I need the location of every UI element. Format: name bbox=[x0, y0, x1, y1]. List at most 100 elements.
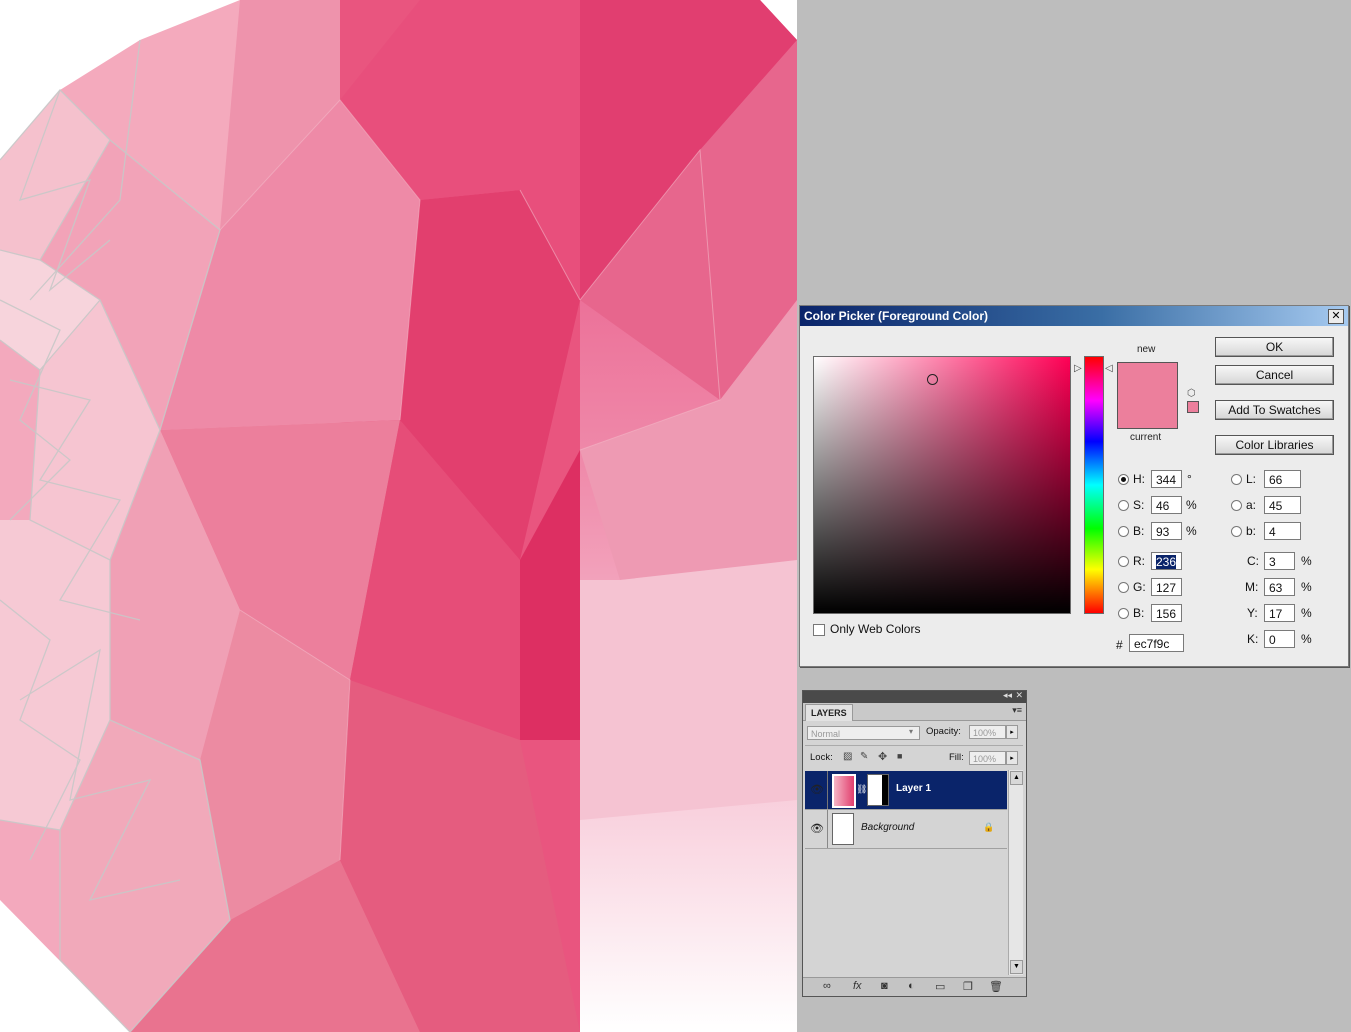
chevron-down-icon: ▾ bbox=[909, 727, 914, 736]
lab-a-label: a: bbox=[1246, 498, 1257, 512]
blue-radio[interactable] bbox=[1118, 608, 1129, 619]
red-input[interactable]: 236 bbox=[1151, 552, 1182, 570]
dialog-titlebar[interactable]: Color Picker (Foreground Color) ✕ bbox=[800, 306, 1348, 326]
lab-l-input[interactable]: 66 bbox=[1264, 470, 1301, 488]
close-icon[interactable]: ✕ bbox=[1328, 309, 1344, 324]
current-color-swatch[interactable] bbox=[1117, 395, 1178, 429]
hue-slider-left-arrow-icon[interactable]: ▷ bbox=[1074, 363, 1082, 374]
hue-unit: ° bbox=[1187, 472, 1192, 486]
new-layer-icon[interactable]: ❐ bbox=[963, 980, 973, 993]
opacity-arrow-icon[interactable]: ▸ bbox=[1006, 725, 1018, 739]
saturation-input[interactable]: 46 bbox=[1151, 496, 1182, 514]
cyan-unit: % bbox=[1301, 554, 1312, 568]
layer-thumbnail[interactable] bbox=[832, 813, 854, 845]
chain-link-icon[interactable]: ⛓ bbox=[856, 784, 867, 795]
lab-a-input[interactable]: 45 bbox=[1264, 496, 1301, 514]
new-color-label: new bbox=[1137, 344, 1156, 355]
divider bbox=[805, 745, 1023, 746]
layer-thumbnail[interactable] bbox=[832, 774, 856, 808]
yellow-input[interactable]: 17 bbox=[1264, 604, 1295, 622]
only-web-colors-checkbox[interactable] bbox=[813, 624, 825, 636]
divider bbox=[827, 810, 828, 848]
red-input-selected-text: 236 bbox=[1156, 555, 1177, 569]
lab-a-radio[interactable] bbox=[1231, 500, 1242, 511]
close-icon[interactable]: ✕ bbox=[1015, 690, 1023, 701]
magenta-input[interactable]: 63 bbox=[1264, 578, 1295, 596]
hex-input[interactable]: ec7f9c bbox=[1129, 634, 1184, 652]
lab-l-label: L: bbox=[1246, 472, 1257, 486]
magenta-label: M: bbox=[1245, 580, 1259, 594]
opacity-label: Opacity: bbox=[926, 726, 961, 737]
saturation-brightness-field[interactable] bbox=[813, 356, 1071, 614]
opacity-input[interactable]: 100% bbox=[969, 725, 1006, 739]
blend-mode-select[interactable]: Normal bbox=[807, 726, 920, 740]
brightness-unit: % bbox=[1186, 524, 1197, 538]
web-safe-swatch[interactable] bbox=[1187, 401, 1199, 413]
panel-menu-icon[interactable]: ▾≡ bbox=[1012, 705, 1022, 716]
blue-input[interactable]: 156 bbox=[1151, 604, 1182, 622]
layer-row-layer-1[interactable]: 👁 ⛓ Layer 1 bbox=[805, 771, 1007, 810]
lock-move-icon[interactable]: ✥ bbox=[878, 750, 887, 763]
trash-icon[interactable]: 🗑 bbox=[989, 980, 1003, 993]
saturation-radio[interactable] bbox=[1118, 500, 1129, 511]
layer-row-background[interactable]: 👁 Background 🔒 bbox=[805, 810, 1007, 849]
scroll-up-icon[interactable]: ▲ bbox=[1010, 771, 1023, 785]
panel-tab-row: LAYERS ▾≡ bbox=[803, 703, 1026, 721]
layers-scrollbar[interactable]: ▲ ▼ bbox=[1008, 770, 1023, 975]
saturation-label: S: bbox=[1133, 498, 1145, 512]
collapse-icon[interactable]: ◂◂ bbox=[1003, 690, 1012, 701]
hue-slider-right-arrow-icon[interactable]: ◁ bbox=[1105, 363, 1113, 374]
add-mask-icon[interactable]: ◙ bbox=[881, 980, 888, 992]
brightness-label: B: bbox=[1133, 524, 1145, 538]
lock-transparent-icon[interactable]: ▨ bbox=[843, 751, 852, 762]
add-to-swatches-button[interactable]: Add To Swatches bbox=[1215, 400, 1334, 420]
layer-mask-thumbnail[interactable] bbox=[867, 774, 889, 806]
divider bbox=[827, 771, 828, 809]
yellow-label: Y: bbox=[1247, 606, 1258, 620]
ok-button[interactable]: OK bbox=[1215, 337, 1334, 357]
visibility-eye-icon[interactable]: 👁 bbox=[810, 822, 824, 835]
red-radio[interactable] bbox=[1118, 556, 1129, 567]
scroll-down-icon[interactable]: ▼ bbox=[1010, 960, 1023, 974]
brightness-radio[interactable] bbox=[1118, 526, 1129, 537]
link-layers-icon[interactable]: ∞ bbox=[823, 980, 831, 992]
black-label: K: bbox=[1247, 632, 1259, 646]
lab-b-input[interactable]: 4 bbox=[1264, 522, 1301, 540]
lock-brush-icon[interactable]: ✎ bbox=[860, 751, 868, 762]
dialog-title: Color Picker (Foreground Color) bbox=[804, 309, 989, 323]
color-picker-marker[interactable] bbox=[927, 374, 938, 385]
new-group-icon[interactable]: ▭ bbox=[935, 980, 945, 993]
current-color-label: current bbox=[1130, 432, 1162, 443]
cyan-input[interactable]: 3 bbox=[1264, 552, 1295, 570]
color-libraries-button[interactable]: Color Libraries bbox=[1215, 435, 1334, 455]
brightness-input[interactable]: 93 bbox=[1151, 522, 1182, 540]
green-input[interactable]: 127 bbox=[1151, 578, 1182, 596]
visibility-eye-icon[interactable]: 👁 bbox=[810, 783, 824, 796]
magenta-unit: % bbox=[1301, 580, 1312, 594]
lock-label: Lock: bbox=[810, 752, 833, 763]
black-input[interactable]: 0 bbox=[1264, 630, 1295, 648]
lock-all-icon[interactable]: ■ bbox=[897, 751, 902, 761]
fill-arrow-icon[interactable]: ▸ bbox=[1006, 751, 1018, 765]
hue-input[interactable]: 344 bbox=[1151, 470, 1182, 488]
adjustment-layer-icon[interactable]: ◐ bbox=[908, 980, 915, 992]
green-radio[interactable] bbox=[1118, 582, 1129, 593]
color-picker-dialog: Color Picker (Foreground Color) ✕ ▷ ◁ ne… bbox=[799, 305, 1349, 667]
lock-icon: 🔒 bbox=[983, 822, 995, 832]
saturation-unit: % bbox=[1186, 498, 1197, 512]
fill-label: Fill: bbox=[949, 752, 964, 763]
hue-radio[interactable] bbox=[1118, 474, 1129, 485]
cancel-button[interactable]: Cancel bbox=[1215, 365, 1334, 385]
new-color-swatch bbox=[1117, 362, 1178, 397]
fill-input[interactable]: 100% bbox=[969, 751, 1006, 765]
tab-layers[interactable]: LAYERS bbox=[805, 704, 853, 721]
document-canvas[interactable] bbox=[0, 0, 797, 1032]
layer-name: Background bbox=[861, 822, 915, 833]
hue-slider[interactable] bbox=[1084, 356, 1104, 614]
lab-l-radio[interactable] bbox=[1231, 474, 1242, 485]
lab-b-label: b: bbox=[1246, 524, 1257, 538]
fx-icon[interactable]: fx bbox=[853, 980, 862, 992]
layers-bottom-toolbar: ∞ fx ◙ ◐ ▭ ❐ 🗑 bbox=[803, 977, 1026, 996]
lab-b-radio[interactable] bbox=[1231, 526, 1242, 537]
black-unit: % bbox=[1301, 632, 1312, 646]
